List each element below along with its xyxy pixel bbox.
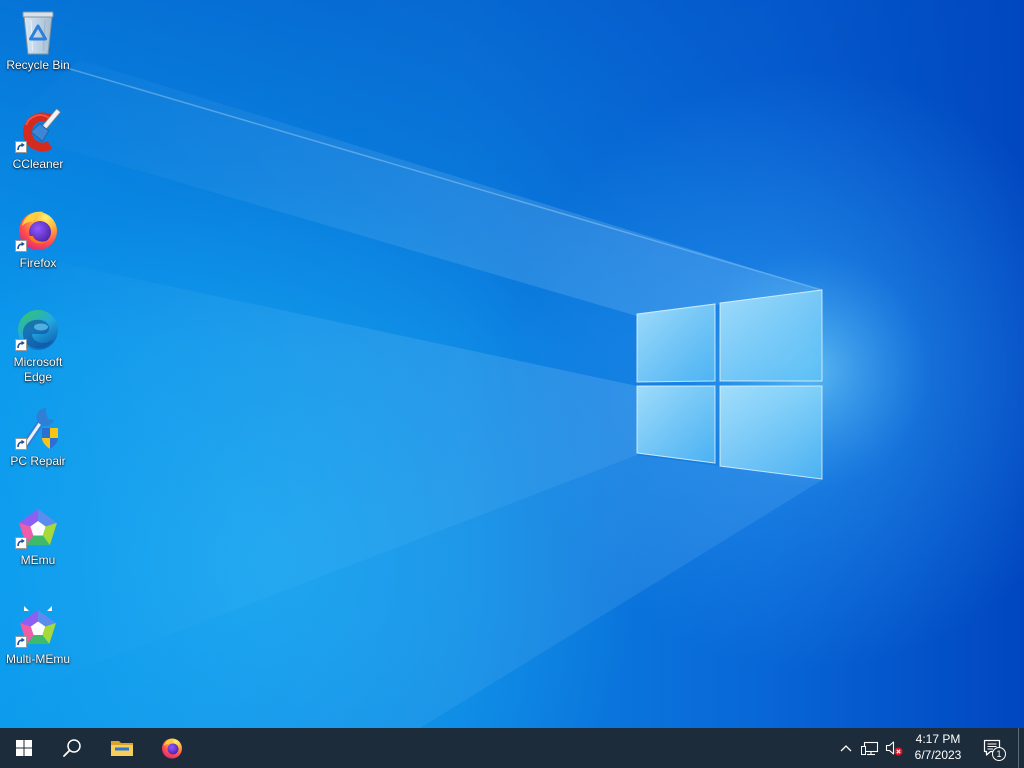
icon-frame [14,107,62,155]
desktop-icon-label: CCleaner [12,157,64,171]
network-button[interactable] [858,728,882,768]
shortcut-arrow-icon [15,141,27,153]
desktop-icon-multi-memu[interactable]: Multi-MEmu [0,594,76,690]
volume-button[interactable] [882,728,906,768]
file-explorer-button[interactable] [98,728,146,768]
desktop-icon-label: MEmu [20,553,56,567]
desktop-icon-firefox[interactable]: Firefox [0,198,76,294]
icon-frame [14,602,62,650]
desktop-icon-label: Microsoft Edge [13,355,63,384]
clock-time: 4:17 PM [915,732,961,746]
icon-frame [14,8,62,56]
search-button[interactable] [48,728,96,768]
shortcut-arrow-icon [15,636,27,648]
shortcut-arrow-icon [15,240,27,252]
desktop-icon-label: PC Repair [10,454,66,468]
icon-frame [14,503,62,551]
show-hidden-icons-button[interactable] [834,728,858,768]
notification-count-badge: 1 [992,747,1006,761]
desktop-icon-pc-repair[interactable]: PC Repair [0,396,76,492]
taskbar-clock[interactable]: 4:17 PM 6/7/2023 [906,728,970,768]
firefox-taskbar-button[interactable] [148,728,196,768]
shortcut-arrow-icon [15,339,27,351]
desktop-icon-microsoft-edge[interactable]: Microsoft Edge [0,297,76,393]
desktop-icon-label: Firefox [19,256,57,270]
network-icon [861,741,879,756]
icon-frame [14,305,62,353]
icon-frame [14,206,62,254]
desktop-icon-memu[interactable]: MEmu [0,495,76,591]
desktop-wallpaper [0,0,1024,768]
desktop-icon-recycle-bin[interactable]: Recycle Bin [0,0,76,96]
show-desktop-button[interactable] [1018,728,1024,768]
desktop-icon-label: Recycle Bin [6,58,70,72]
desktop-icon-ccleaner[interactable]: CCleaner [0,99,76,195]
clock-date: 6/7/2023 [914,748,962,762]
shortcut-arrow-icon [15,537,27,549]
taskbar: 4:17 PM 6/7/2023 1 [0,728,1024,768]
recycle-bin-icon [22,11,54,55]
desktop-icon-label: Multi-MEmu [5,652,70,666]
volume-muted-icon [885,741,903,756]
icon-frame [14,404,62,452]
firefox-icon [162,738,182,759]
file-explorer-icon [111,741,133,756]
shortcut-arrow-icon [15,438,27,450]
action-center-button[interactable]: 1 [972,728,1012,768]
windows-start-icon [16,740,32,756]
chevron-up-icon [840,745,852,752]
search-icon [63,739,81,757]
start-button[interactable] [0,728,48,768]
